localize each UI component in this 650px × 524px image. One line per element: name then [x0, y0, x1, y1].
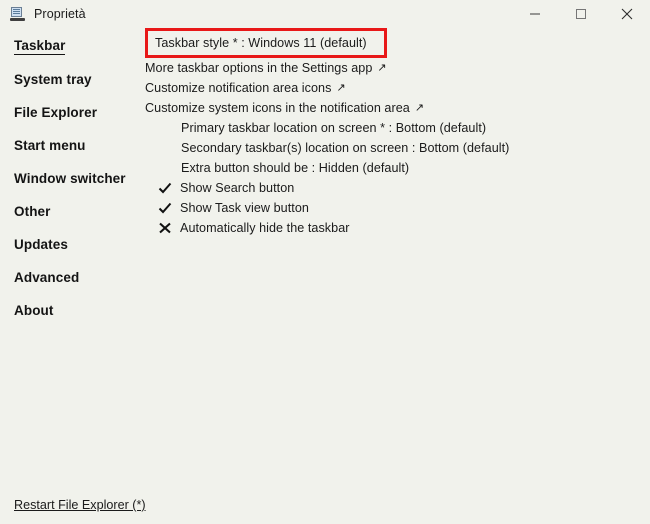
auto-hide-taskbar-label: Automatically hide the taskbar: [180, 221, 350, 235]
secondary-taskbar-location-option[interactable]: Secondary taskbar(s) location on screen …: [145, 138, 650, 158]
sidebar-item-taskbar[interactable]: Taskbar: [0, 30, 145, 63]
cross-icon: [154, 221, 176, 235]
sidebar-item-label: Start menu: [14, 138, 86, 153]
sidebar-item-other[interactable]: Other: [0, 195, 145, 228]
more-taskbar-options-link[interactable]: More taskbar options in the Settings app…: [145, 58, 650, 78]
sidebar-item-label: Updates: [14, 237, 68, 252]
close-icon: [621, 8, 633, 20]
checkmark-icon: [154, 181, 176, 195]
sidebar-item-label: Window switcher: [14, 171, 126, 186]
sidebar-item-about[interactable]: About: [0, 294, 145, 327]
customize-notification-icons-label: Customize notification area icons: [145, 81, 332, 95]
restart-file-explorer-link[interactable]: Restart File Explorer (*): [14, 498, 146, 512]
auto-hide-taskbar-option[interactable]: Automatically hide the taskbar: [145, 218, 650, 238]
taskbar-style-option[interactable]: Taskbar style * : Windows 11 (default): [145, 28, 650, 58]
maximize-button[interactable]: [558, 0, 604, 28]
sidebar-item-window-switcher[interactable]: Window switcher: [0, 162, 145, 195]
extra-button-label: Extra button should be : Hidden (default…: [181, 161, 410, 175]
window-title: Proprietà: [34, 7, 86, 21]
sidebar-item-label: Advanced: [14, 270, 80, 285]
sidebar-item-updates[interactable]: Updates: [0, 228, 145, 261]
sidebar-item-file-explorer[interactable]: File Explorer: [0, 96, 145, 129]
external-link-icon: ↗: [336, 81, 346, 94]
primary-taskbar-location-label: Primary taskbar location on screen * : B…: [181, 121, 487, 135]
external-link-icon: ↗: [414, 101, 425, 114]
customize-notification-icons-link[interactable]: Customize notification area icons ↗: [145, 78, 650, 98]
sidebar-item-label: System tray: [14, 72, 92, 87]
sidebar-item-label: File Explorer: [14, 105, 98, 120]
more-taskbar-options-label: More taskbar options in the Settings app: [145, 61, 373, 75]
customize-system-icons-label: Customize system icons in the notificati…: [145, 101, 410, 115]
show-search-button-option[interactable]: Show Search button: [145, 178, 650, 198]
taskbar-style-label: Taskbar style * : Windows 11 (default): [155, 36, 367, 50]
extra-button-option[interactable]: Extra button should be : Hidden (default…: [145, 158, 650, 178]
taskbar-properties-icon: [10, 6, 26, 22]
window-controls: [512, 0, 650, 28]
sidebar-item-label: Taskbar: [14, 38, 66, 55]
sidebar-item-label: About: [14, 303, 54, 318]
minimize-icon: [530, 13, 540, 15]
customize-system-icons-link[interactable]: Customize system icons in the notificati…: [145, 98, 650, 118]
sidebar-item-advanced[interactable]: Advanced: [0, 261, 145, 294]
close-button[interactable]: [604, 0, 650, 28]
primary-taskbar-location-option[interactable]: Primary taskbar location on screen * : B…: [145, 118, 650, 138]
checkmark-icon: [154, 201, 176, 215]
external-link-icon: ↗: [377, 61, 387, 74]
show-search-button-label: Show Search button: [180, 181, 295, 195]
show-task-view-button-label: Show Task view button: [180, 201, 309, 215]
sidebar: Taskbar System tray File Explorer Start …: [0, 30, 145, 327]
sidebar-item-system-tray[interactable]: System tray: [0, 63, 145, 96]
minimize-button[interactable]: [512, 0, 558, 28]
sidebar-item-label: Other: [14, 204, 51, 219]
show-task-view-button-option[interactable]: Show Task view button: [145, 198, 650, 218]
secondary-taskbar-location-label: Secondary taskbar(s) location on screen …: [181, 141, 510, 155]
maximize-icon: [576, 9, 586, 19]
settings-panel: Taskbar style * : Windows 11 (default) M…: [145, 28, 650, 238]
sidebar-item-start-menu[interactable]: Start menu: [0, 129, 145, 162]
